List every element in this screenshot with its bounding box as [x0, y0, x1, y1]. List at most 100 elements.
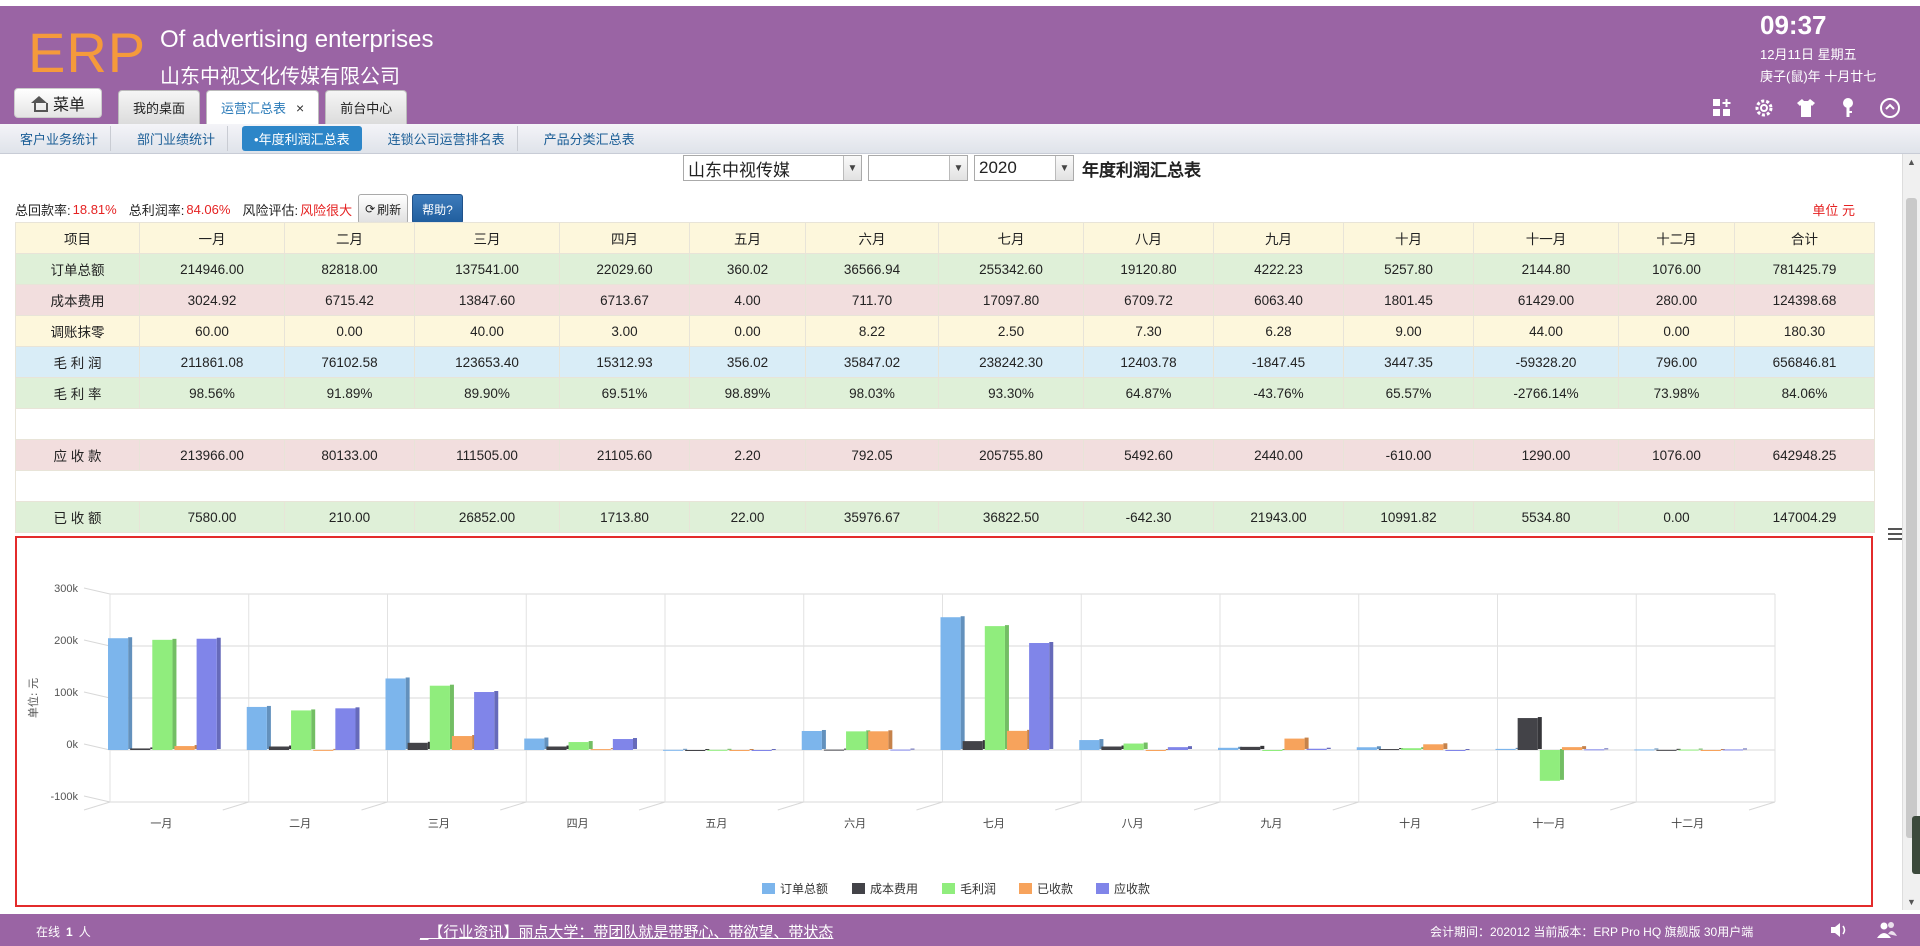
bar-订单总额[interactable]: [246, 706, 267, 750]
scroll-up-icon[interactable]: ▲: [1903, 154, 1920, 170]
bar-订单总额[interactable]: [1218, 747, 1239, 750]
bar-应收款[interactable]: [612, 739, 633, 750]
bar-成本费用[interactable]: [1378, 749, 1400, 751]
tab-my-desktop[interactable]: 我的桌面: [118, 90, 201, 124]
tab-front-center[interactable]: 前台中心: [325, 90, 408, 124]
legend-label[interactable]: 毛利润: [960, 882, 996, 896]
bar-成本费用[interactable]: [130, 748, 151, 750]
scrollbar-thumb[interactable]: [1906, 198, 1917, 838]
shirt-icon[interactable]: [1794, 96, 1818, 120]
table-cell: 7.30: [1083, 315, 1214, 347]
bar-应收款[interactable]: [1445, 750, 1466, 751]
company-select[interactable]: 山东中视传媒 ▼: [683, 155, 862, 181]
period-select[interactable]: ▼: [868, 155, 968, 181]
bar-成本费用[interactable]: [1240, 746, 1261, 750]
subtab-product-category[interactable]: 产品分类汇总表: [532, 126, 647, 151]
bar-应收款[interactable]: [196, 638, 217, 750]
legend-label[interactable]: 已收款: [1037, 882, 1073, 896]
bar-已收款[interactable]: [313, 749, 334, 751]
legend-label[interactable]: 应收款: [1114, 881, 1150, 896]
bar-订单总额[interactable]: [1634, 749, 1655, 751]
bar-成本费用[interactable]: [1101, 746, 1122, 750]
bar-应收款[interactable]: [1722, 749, 1743, 751]
tab-operations-summary[interactable]: 运营汇总表 ×: [206, 90, 320, 124]
side-drawer-handle[interactable]: [1912, 816, 1920, 874]
bar-订单总额[interactable]: [1079, 740, 1100, 750]
bar-已收款[interactable]: [1006, 730, 1028, 750]
bar-应收款[interactable]: [1306, 748, 1327, 750]
bar-应收款[interactable]: [335, 708, 356, 750]
bar-成本费用[interactable]: [1517, 718, 1538, 750]
news-ticker-link[interactable]: _【行业资讯】丽点大学：带团队就是带野心、带欲望、带状态: [420, 921, 833, 942]
bar-订单总额[interactable]: [524, 738, 545, 750]
legend-swatch[interactable]: [942, 883, 955, 894]
subtab-annual-profit[interactable]: •年度利润汇总表: [242, 126, 362, 151]
bar-毛利润[interactable]: [1262, 750, 1283, 751]
bar-订单总额[interactable]: [801, 730, 822, 750]
stats-bar: 总回款率: 18.81% 总利润率: 84.06% 风险评估: 风险很大 ⟳ 刷…: [15, 194, 463, 224]
key-icon[interactable]: [1836, 96, 1860, 120]
scroll-down-icon[interactable]: ▼: [1903, 894, 1920, 910]
bar-已收款[interactable]: [451, 736, 473, 750]
bar-已收款[interactable]: [1145, 750, 1166, 751]
bar-订单总额[interactable]: [663, 749, 684, 751]
close-icon[interactable]: ×: [296, 100, 304, 116]
legend-label[interactable]: 成本费用: [870, 882, 918, 896]
bar-毛利润[interactable]: [984, 626, 1005, 750]
legend-swatch[interactable]: [1096, 883, 1109, 894]
bar-毛利润[interactable]: [152, 639, 173, 750]
bar-成本费用[interactable]: [823, 749, 845, 751]
legend-swatch[interactable]: [1019, 883, 1032, 894]
legend-label[interactable]: 订单总额: [780, 882, 828, 896]
subtab-chain-ranking[interactable]: 连锁公司运营排名表: [376, 126, 518, 151]
subtab-customer-stats[interactable]: 客户业务统计: [8, 126, 112, 151]
refresh-button[interactable]: ⟳ 刷新: [358, 194, 409, 224]
bar-已收款[interactable]: [868, 731, 889, 750]
users-icon[interactable]: [1876, 919, 1898, 944]
bar-已收款[interactable]: [1284, 738, 1305, 750]
bar-订单总额[interactable]: [940, 617, 961, 750]
bar-毛利润[interactable]: [1401, 748, 1422, 750]
bar-应收款[interactable]: [890, 749, 911, 751]
bar-成本费用[interactable]: [1656, 749, 1677, 751]
bar-订单总额[interactable]: [1356, 747, 1377, 750]
speaker-icon[interactable]: [1828, 919, 1850, 944]
bar-已收款[interactable]: [1561, 747, 1583, 750]
legend-swatch[interactable]: [852, 883, 865, 894]
bar-已收款[interactable]: [1700, 750, 1721, 751]
bar-成本费用[interactable]: [407, 742, 428, 750]
bar-成本费用[interactable]: [546, 746, 567, 750]
bar-应收款[interactable]: [1029, 643, 1050, 750]
subtab-department-stats[interactable]: 部门业绩统计: [125, 126, 229, 151]
menu-button[interactable]: 菜单: [14, 88, 102, 118]
bar-订单总额[interactable]: [385, 678, 406, 750]
vertical-scrollbar[interactable]: ▲ ▼: [1902, 154, 1920, 910]
bar-已收款[interactable]: [729, 749, 750, 751]
bar-毛利润[interactable]: [568, 742, 589, 750]
bar-毛利润[interactable]: [1123, 743, 1144, 750]
add-widget-icon[interactable]: [1710, 96, 1734, 120]
bar-成本费用[interactable]: [962, 741, 983, 750]
bar-已收款[interactable]: [174, 746, 195, 750]
help-button[interactable]: 帮助?: [412, 194, 463, 224]
bar-订单总额[interactable]: [1495, 748, 1516, 750]
bar-已收款[interactable]: [590, 749, 611, 751]
bar-毛利润[interactable]: [846, 731, 867, 750]
year-select[interactable]: 2020 ▼: [974, 155, 1074, 181]
bar-成本费用[interactable]: [268, 746, 290, 750]
legend-swatch[interactable]: [762, 883, 775, 894]
bar-应收款[interactable]: [751, 749, 772, 751]
bar-毛利润[interactable]: [1678, 749, 1699, 751]
bar-应收款[interactable]: [1584, 749, 1605, 751]
gear-icon[interactable]: [1752, 96, 1776, 120]
bar-毛利润[interactable]: [429, 685, 450, 750]
bar-应收款[interactable]: [1167, 747, 1188, 750]
bar-毛利润[interactable]: [1539, 750, 1560, 781]
collapse-up-icon[interactable]: [1878, 96, 1902, 120]
bar-成本费用[interactable]: [685, 749, 706, 751]
bar-毛利润[interactable]: [707, 749, 728, 751]
bar-应收款[interactable]: [474, 692, 495, 750]
bar-毛利润[interactable]: [291, 710, 312, 750]
bar-已收款[interactable]: [1423, 744, 1444, 750]
bar-订单总额[interactable]: [108, 638, 129, 750]
